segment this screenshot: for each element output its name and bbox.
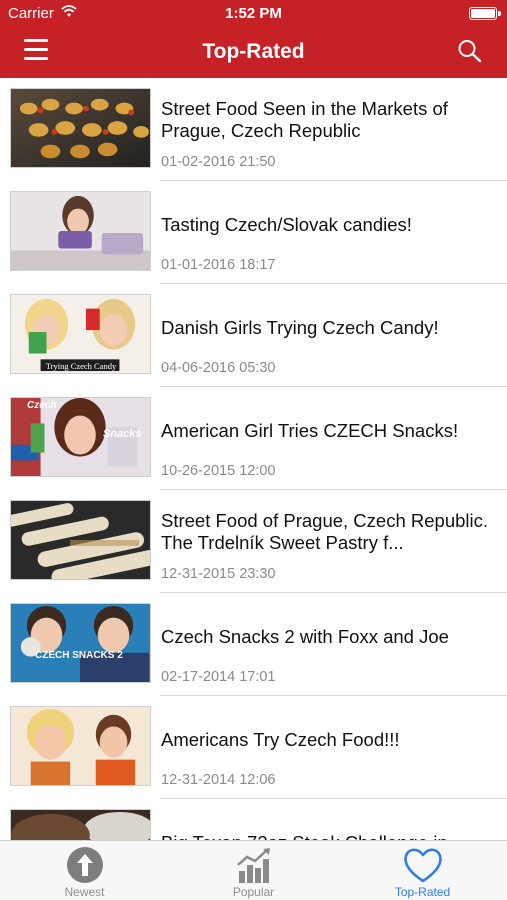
video-list[interactable]: Street Food Seen in the Markets of Pragu… xyxy=(0,78,507,840)
video-row[interactable]: Big Texan 72oz Steak Challenge in xyxy=(0,799,507,840)
video-date: 01-02-2016 21:50 xyxy=(161,154,276,170)
thumbnail-caption: Snacks xyxy=(103,428,142,440)
video-title: Tasting Czech/Slovak candies! xyxy=(161,214,412,235)
status-bar: Carrier 1:52 PM xyxy=(0,0,507,28)
video-date: 04-06-2016 05:30 xyxy=(161,360,276,376)
page-title: Top-Rated xyxy=(202,40,305,63)
heart-icon xyxy=(404,848,442,883)
video-title: Big Texan 72oz Steak Challenge in xyxy=(161,832,496,840)
search-icon[interactable] xyxy=(457,39,483,63)
video-title: American Girl Tries CZECH Snacks! xyxy=(161,420,459,441)
video-title: Street Food of Prague, Czech Republic. T… xyxy=(161,510,489,553)
tab-popular[interactable]: Popular xyxy=(169,841,338,900)
video-date: 02-17-2014 17:01 xyxy=(161,669,276,685)
video-title: Danish Girls Trying Czech Candy! xyxy=(161,317,439,338)
tab-newest[interactable]: Newest xyxy=(0,841,169,900)
video-thumbnail: Czech Snacks xyxy=(10,397,151,477)
nav-header: Carrier 1:52 PM Top-Rated xyxy=(0,0,507,78)
up-arrow-circle-icon xyxy=(67,847,103,883)
video-title: Street Food Seen in the Markets of Pragu… xyxy=(161,98,448,141)
tab-label: Popular xyxy=(232,885,275,899)
video-thumbnail: Trying Czech Candy xyxy=(10,294,151,374)
thumbnail-caption-secondary: Czech xyxy=(27,400,57,411)
video-thumbnail xyxy=(10,191,151,271)
video-row[interactable]: Trying Czech Candy Danish Girls Trying C… xyxy=(0,284,507,387)
tab-top-rated[interactable]: Top-Rated xyxy=(338,841,507,900)
video-date: 12-31-2014 12:06 xyxy=(161,772,276,788)
tab-label: Top-Rated xyxy=(394,885,451,899)
status-time: 1:52 PM xyxy=(225,5,282,22)
tab-bar: Newest Popular Top-Rated xyxy=(0,840,507,900)
video-title: Americans Try Czech Food!!! xyxy=(161,729,400,750)
video-date: 10-26-2015 12:00 xyxy=(161,463,276,479)
thumbnail-caption: CZECH SNACKS 2 xyxy=(35,650,123,661)
video-thumbnail xyxy=(10,809,151,840)
video-row[interactable]: Tasting Czech/Slovak candies! 01-01-2016… xyxy=(0,181,507,284)
video-date: 01-01-2016 18:17 xyxy=(161,257,276,273)
video-thumbnail xyxy=(10,88,151,168)
video-row[interactable]: Street Food of Prague, Czech Republic. T… xyxy=(0,490,507,593)
video-date: 12-31-2015 23:30 xyxy=(161,566,276,582)
video-thumbnail xyxy=(10,500,151,580)
thumbnail-caption: Trying Czech Candy xyxy=(45,361,117,371)
video-row[interactable]: Street Food Seen in the Markets of Pragu… xyxy=(0,78,507,181)
video-thumbnail xyxy=(10,706,151,786)
tab-label: Newest xyxy=(64,885,105,899)
video-row[interactable]: Americans Try Czech Food!!! 12-31-2014 1… xyxy=(0,696,507,799)
video-row[interactable]: Czech Snacks American Girl Tries CZECH S… xyxy=(0,387,507,490)
video-row[interactable]: CZECH SNACKS 2 Czech Snacks 2 with Foxx … xyxy=(0,593,507,696)
video-thumbnail: CZECH SNACKS 2 xyxy=(10,603,151,683)
battery-icon xyxy=(469,7,501,20)
trending-chart-icon xyxy=(237,848,270,883)
video-title: Czech Snacks 2 with Foxx and Joe xyxy=(161,626,449,647)
